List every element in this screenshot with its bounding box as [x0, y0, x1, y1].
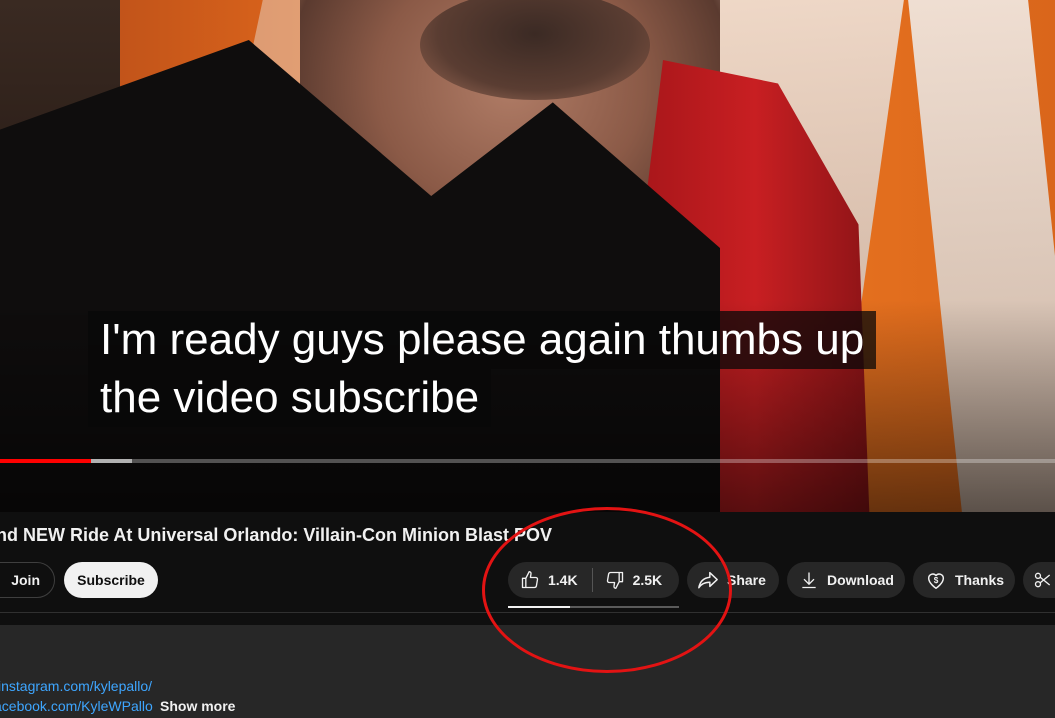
- like-dislike-group: 1.4K 2.5K: [508, 562, 679, 598]
- facebook-link[interactable]: acebook.com/KyleWPallo: [0, 698, 153, 714]
- like-button[interactable]: 1.4K: [508, 562, 593, 598]
- clip-button[interactable]: [1023, 562, 1055, 598]
- download-icon: [799, 570, 819, 590]
- section-divider: [0, 612, 1055, 613]
- like-count: 1.4K: [548, 572, 578, 588]
- dislike-button[interactable]: 2.5K: [593, 562, 663, 598]
- join-label: Join: [11, 572, 40, 588]
- download-label: Download: [827, 572, 894, 588]
- video-title: nd NEW Ride At Universal Orlando: Villai…: [0, 525, 553, 545]
- subscribe-label: Subscribe: [77, 572, 145, 588]
- share-button[interactable]: Share: [687, 562, 779, 598]
- thanks-label: Thanks: [955, 572, 1005, 588]
- dislike-count: 2.5K: [632, 572, 663, 588]
- thanks-button[interactable]: $ Thanks: [913, 562, 1015, 598]
- captions: I'm ready guys please again thumbs up th…: [88, 311, 877, 427]
- instagram-link[interactable]: instagram.com/kylepallo/: [0, 678, 152, 694]
- caption-line: I'm ready guys please again thumbs up: [88, 311, 877, 369]
- subscribe-button[interactable]: Subscribe: [64, 562, 158, 598]
- download-button[interactable]: Download: [787, 562, 905, 598]
- share-icon: [697, 569, 719, 591]
- video-player[interactable]: I'm ready guys please again thumbs up th…: [0, 0, 1055, 512]
- progress-bar[interactable]: [0, 459, 1055, 463]
- join-button[interactable]: Join: [0, 562, 55, 598]
- thumbs-up-icon: [520, 570, 540, 590]
- like-ratio-fill: [508, 606, 570, 608]
- thanks-icon: $: [925, 569, 947, 591]
- thumbs-down-icon: [605, 570, 625, 590]
- svg-text:$: $: [934, 576, 939, 585]
- show-more-button[interactable]: Show more: [160, 698, 235, 714]
- progress-played: [0, 459, 91, 463]
- scissors-icon: [1033, 570, 1053, 590]
- caption-line: the video subscribe: [88, 369, 492, 427]
- share-label: Share: [727, 572, 766, 588]
- description-box[interactable]: [0, 625, 1055, 718]
- like-ratio-bar: [508, 606, 679, 608]
